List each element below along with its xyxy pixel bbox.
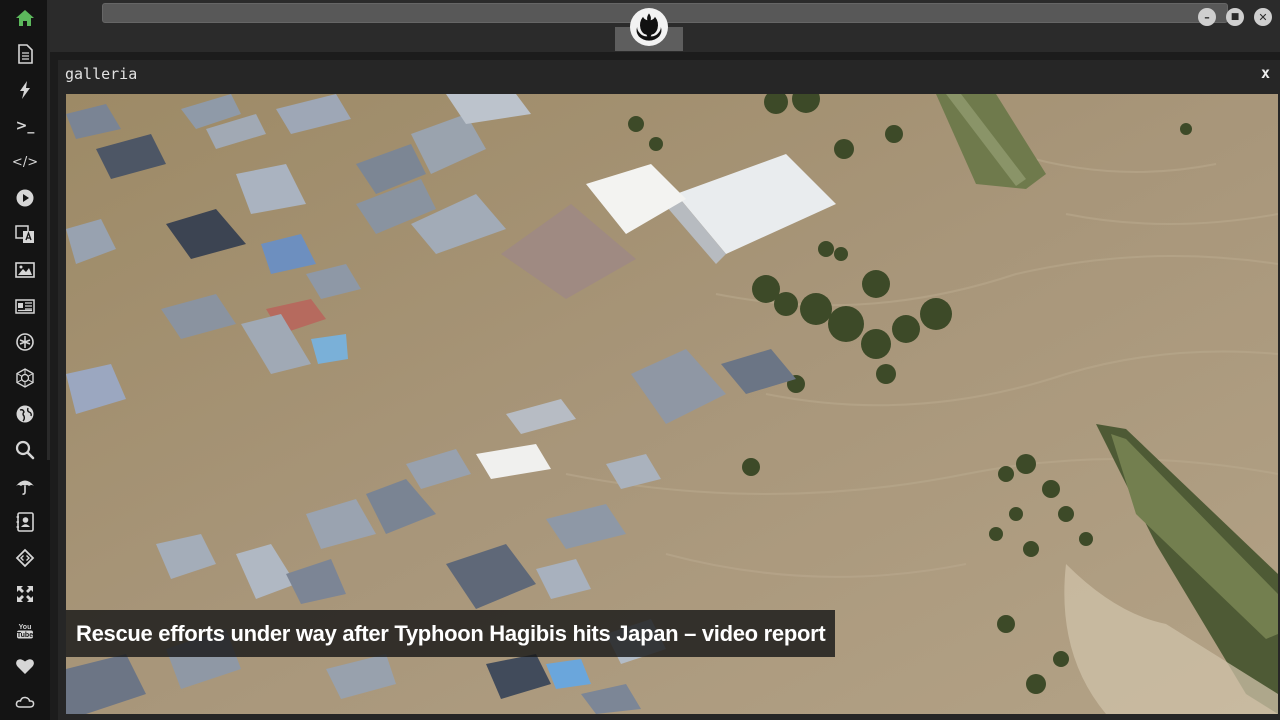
sidebar-item-translate[interactable]	[12, 221, 38, 247]
play-icon	[16, 189, 34, 207]
newspaper-icon	[15, 299, 35, 314]
minimize-button[interactable]: –	[1198, 8, 1216, 26]
rebel-alliance-icon	[636, 13, 662, 41]
sidebar-item-expand[interactable]	[12, 581, 38, 607]
gallery-close-button[interactable]: x	[1261, 64, 1270, 82]
youtube-icon: YouTube	[17, 624, 33, 639]
sidebar-item-document[interactable]	[12, 41, 38, 67]
sidebar-item-youtube[interactable]: You Tube	[12, 617, 38, 643]
umbrella-icon	[16, 480, 34, 495]
sidebar-item-rebel[interactable]	[12, 329, 38, 355]
logo-emblem[interactable]	[630, 8, 668, 46]
image-icon	[15, 262, 35, 278]
sidebar-item-home[interactable]	[12, 5, 38, 31]
cloud-icon	[15, 696, 35, 708]
sidebar-item-umbrella[interactable]	[12, 473, 38, 499]
document-icon	[18, 44, 33, 64]
maximize-icon: ■	[1230, 11, 1240, 22]
close-icon: ✕	[1258, 10, 1268, 24]
photo-caption: Rescue efforts under way after Typhoon H…	[66, 610, 836, 657]
lightning-icon	[20, 81, 30, 99]
contact-card-icon	[16, 512, 34, 532]
maximize-button[interactable]: ■	[1226, 8, 1244, 26]
close-window-button[interactable]: ✕	[1254, 8, 1272, 26]
sidebar-item-lightning[interactable]	[12, 77, 38, 103]
code-brackets-icon	[15, 548, 35, 568]
home-icon	[16, 10, 34, 26]
svg-text:You: You	[19, 624, 32, 631]
terminal-icon: >_	[15, 118, 35, 134]
sidebar-item-cloud[interactable]	[12, 689, 38, 715]
translate-icon	[15, 225, 34, 243]
galactic-empire-icon	[16, 368, 34, 388]
sidebar-item-play[interactable]	[12, 185, 38, 211]
rebel-alliance-icon	[16, 333, 34, 351]
code-icon: </>	[11, 154, 39, 170]
gallery-title: galleria	[65, 65, 138, 83]
globe-icon	[16, 405, 34, 423]
heart-icon	[16, 659, 34, 674]
sidebar-item-code[interactable]: </>	[12, 149, 38, 175]
sidebar-item-terminal[interactable]: >_	[12, 113, 38, 139]
sidebar: >_ </> You Tube	[0, 0, 50, 720]
gallery-window: galleria x Rescue efforts under way afte…	[58, 60, 1280, 720]
sidebar-item-brackets[interactable]	[12, 545, 38, 571]
search-icon	[15, 440, 35, 460]
svg-text:Tube: Tube	[17, 632, 33, 639]
sidebar-item-contact[interactable]	[12, 509, 38, 535]
sidebar-item-image[interactable]	[12, 257, 38, 283]
sidebar-scrollbar[interactable]	[47, 0, 50, 460]
sidebar-item-newspaper[interactable]	[12, 293, 38, 319]
sidebar-item-heart[interactable]	[12, 653, 38, 679]
expand-icon	[17, 586, 33, 602]
sidebar-item-empire[interactable]	[12, 365, 38, 391]
sidebar-item-globe[interactable]	[12, 401, 38, 427]
minimize-icon: –	[1204, 10, 1210, 24]
sidebar-item-search[interactable]	[12, 437, 38, 463]
